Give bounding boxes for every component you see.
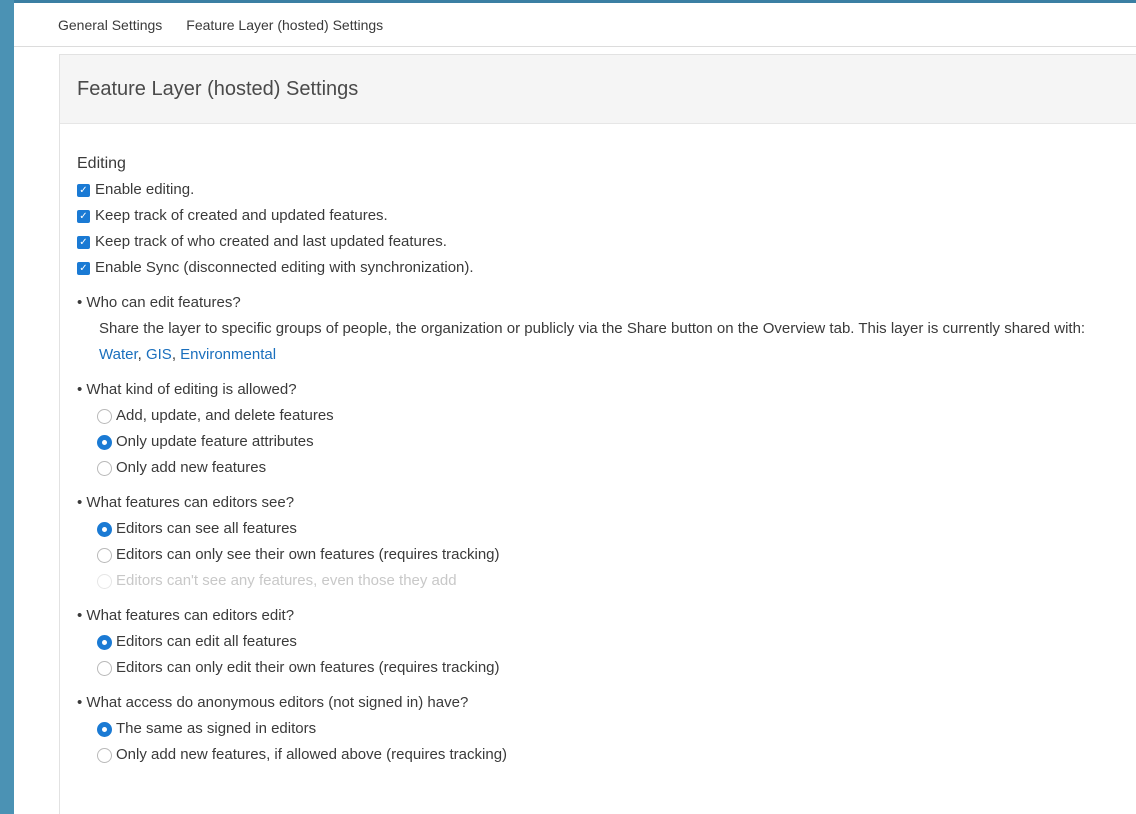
radio-unselected-icon[interactable]	[97, 747, 112, 763]
checkbox-enable-sync[interactable]: ✓ Enable Sync (disconnected editing with…	[77, 255, 1131, 281]
anonymous-group: • What access do anonymous editors (not …	[77, 690, 1131, 768]
group-link-gis[interactable]: GIS	[146, 346, 172, 363]
group-link-environmental[interactable]: Environmental	[180, 346, 276, 363]
features-see-question: • What features can editors see?	[77, 494, 295, 511]
checkbox-enable-editing[interactable]: ✓ Enable editing.	[77, 177, 1131, 203]
features-edit-group: • What features can editors edit? Editor…	[77, 603, 1131, 681]
radio-label: Only add new features	[116, 459, 267, 476]
group-link-water[interactable]: Water	[99, 346, 138, 363]
anonymous-options: The same as signed in editors Only add n…	[77, 716, 1131, 768]
radio-selected-icon[interactable]	[97, 634, 112, 650]
who-can-edit-question: • Who can edit features?	[77, 294, 241, 311]
checkbox-label: Keep track of created and updated featur…	[95, 207, 388, 224]
nav-feature-layer-settings[interactable]: Feature Layer (hosted) Settings	[186, 17, 383, 33]
radio-label: Add, update, and delete features	[116, 407, 334, 424]
kind-of-editing-options: Add, update, and delete features Only up…	[77, 403, 1131, 481]
radio-label: Editors can see all features	[116, 520, 297, 537]
radio-add-new[interactable]: Only add new features	[97, 455, 1131, 481]
features-edit-question: • What features can editors edit?	[77, 607, 295, 624]
features-edit-options: Editors can edit all features Editors ca…	[77, 629, 1131, 681]
kind-of-editing-question: • What kind of editing is allowed?	[77, 381, 297, 398]
features-see-options: Editors can see all features Editors can…	[77, 516, 1131, 594]
panel-title: Feature Layer (hosted) Settings	[60, 55, 1136, 124]
check-icon[interactable]: ✓	[77, 209, 90, 223]
radio-selected-icon[interactable]	[97, 434, 112, 450]
checkbox-label: Keep track of who created and last updat…	[95, 233, 447, 250]
radio-disabled-icon	[97, 573, 112, 589]
check-icon[interactable]: ✓	[77, 183, 90, 197]
who-can-edit-description: Share the layer to specific groups of pe…	[77, 316, 1131, 368]
who-can-edit-group: • Who can edit features? Share the layer…	[77, 290, 1131, 368]
radio-see-own[interactable]: Editors can only see their own features …	[97, 542, 1131, 568]
radio-selected-icon[interactable]	[97, 721, 112, 737]
radio-selected-icon[interactable]	[97, 521, 112, 537]
editing-checkbox-list: ✓ Enable editing. ✓ Keep track of create…	[77, 177, 1131, 281]
editing-section-title: Editing	[77, 155, 126, 172]
checkbox-label: Enable editing.	[95, 181, 195, 198]
radio-unselected-icon[interactable]	[97, 660, 112, 676]
kind-of-editing-group: • What kind of editing is allowed? Add, …	[77, 377, 1131, 481]
radio-unselected-icon[interactable]	[97, 460, 112, 476]
radio-see-all[interactable]: Editors can see all features	[97, 516, 1131, 542]
sharing-text: Share the layer to specific groups of pe…	[99, 320, 1086, 337]
anonymous-question: • What access do anonymous editors (not …	[77, 694, 469, 711]
checkbox-track-created-updated[interactable]: ✓ Keep track of created and updated feat…	[77, 203, 1131, 229]
radio-unselected-icon[interactable]	[97, 547, 112, 563]
radio-anon-add-only[interactable]: Only add new features, if allowed above …	[97, 742, 1131, 768]
radio-add-update-delete[interactable]: Add, update, and delete features	[97, 403, 1131, 429]
separator: ,	[137, 346, 146, 363]
radio-label: The same as signed in editors	[116, 720, 317, 737]
radio-label: Editors can't see any features, even tho…	[116, 572, 457, 589]
nav-general-settings[interactable]: General Settings	[58, 17, 162, 33]
radio-label: Only update feature attributes	[116, 433, 314, 450]
radio-see-none: Editors can't see any features, even tho…	[97, 568, 1131, 594]
settings-panel: Feature Layer (hosted) Settings Editing …	[59, 54, 1136, 814]
checkbox-track-who[interactable]: ✓ Keep track of who created and last upd…	[77, 229, 1131, 255]
panel-content: Editing ✓ Enable editing. ✓ Keep track o…	[60, 124, 1136, 768]
radio-label: Editors can edit all features	[116, 633, 297, 650]
radio-edit-all[interactable]: Editors can edit all features	[97, 629, 1131, 655]
radio-label: Editors can only see their own features …	[116, 546, 500, 563]
check-icon[interactable]: ✓	[77, 235, 90, 249]
checkbox-label: Enable Sync (disconnected editing with s…	[95, 259, 474, 276]
app-frame: General Settings Feature Layer (hosted) …	[14, 0, 1136, 814]
features-see-group: • What features can editors see? Editors…	[77, 490, 1131, 594]
radio-unselected-icon[interactable]	[97, 408, 112, 424]
radio-anon-same[interactable]: The same as signed in editors	[97, 716, 1131, 742]
radio-label: Only add new features, if allowed above …	[116, 746, 508, 763]
radio-edit-own[interactable]: Editors can only edit their own features…	[97, 655, 1131, 681]
check-icon[interactable]: ✓	[77, 261, 90, 275]
separator: ,	[171, 346, 181, 363]
top-nav: General Settings Feature Layer (hosted) …	[14, 3, 1136, 47]
radio-label: Editors can only edit their own features…	[116, 659, 500, 676]
radio-update-attributes[interactable]: Only update feature attributes	[97, 429, 1131, 455]
